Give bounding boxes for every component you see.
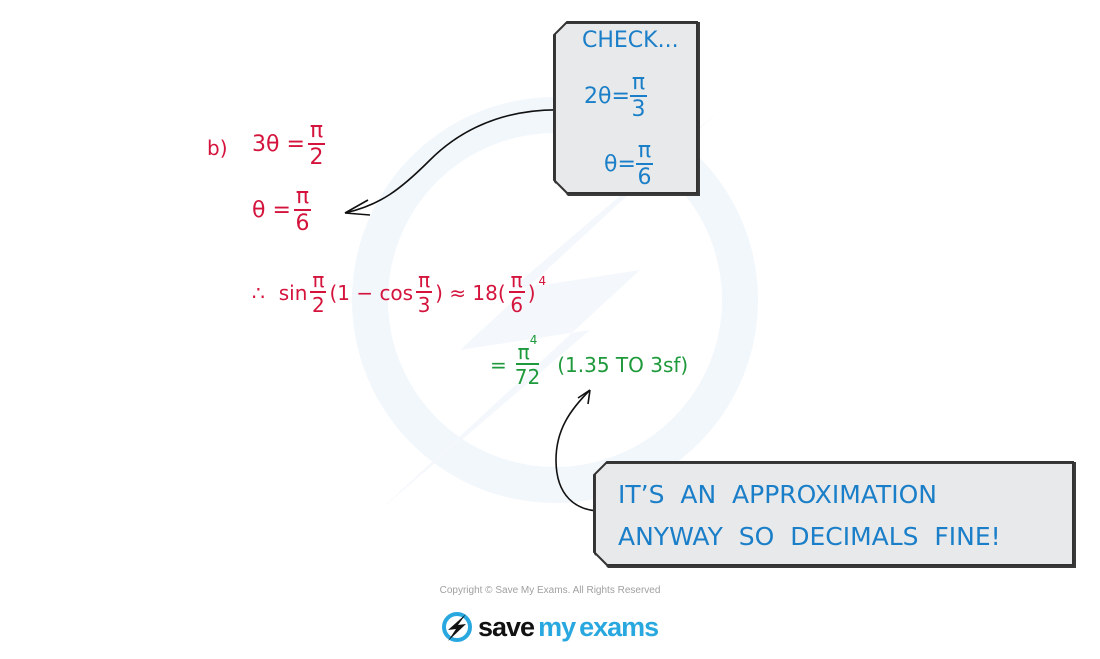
fraction: π4 72	[514, 333, 541, 389]
therefore-symbol: ∴	[252, 280, 265, 305]
lightning-logo-icon	[442, 612, 472, 642]
approximation-note-border	[593, 461, 1074, 566]
fraction: π6	[293, 184, 312, 236]
fraction: π3	[416, 268, 433, 317]
equation-lhs: θ =	[252, 198, 291, 223]
fraction: π2	[310, 268, 327, 317]
copyright-text: Copyright © Save My Exams. All Rights Re…	[439, 585, 661, 596]
decimal-approximation: (1.35 TO 3sf)	[557, 352, 689, 377]
equation-answer: = π4 72 (1.35 TO 3sf)	[490, 333, 689, 389]
equation-3theta: 3θ = π2	[252, 120, 328, 169]
check-note-border	[553, 21, 698, 194]
fraction: π2	[307, 118, 326, 170]
equation-lhs: 3θ =	[252, 132, 305, 157]
part-label: b)	[207, 136, 228, 160]
save-my-exams-logo: save my exams	[440, 610, 659, 644]
fraction: π6	[508, 268, 525, 317]
equation-substitution: ∴ sin π2 (1 − cos π3 ) ≈ 18( π6 ) 4	[252, 268, 547, 317]
arrow-check-to-theta	[344, 108, 568, 214]
equation-theta: θ = π6	[252, 186, 314, 235]
